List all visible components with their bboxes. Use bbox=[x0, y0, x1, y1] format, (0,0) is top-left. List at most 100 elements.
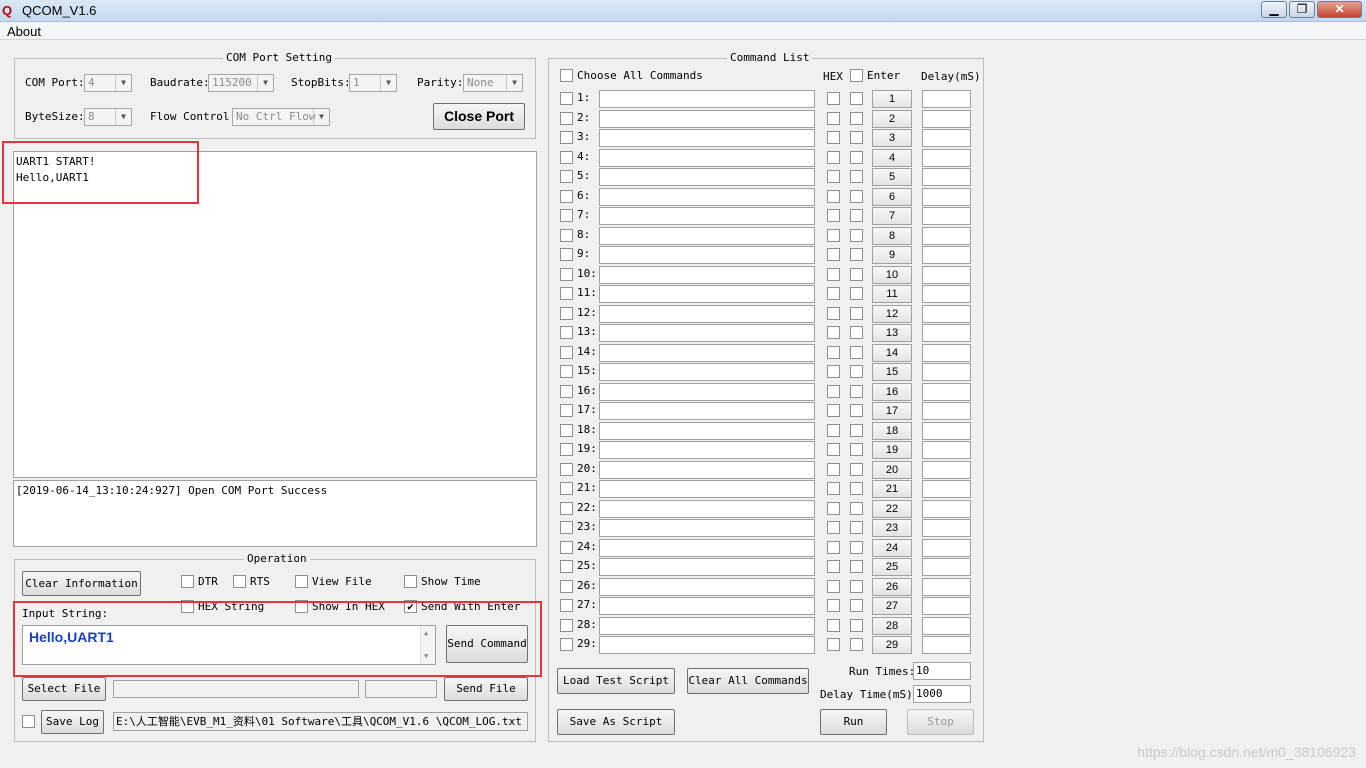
command-select-checkbox[interactable] bbox=[560, 112, 573, 125]
command-hex-checkbox[interactable] bbox=[827, 151, 840, 164]
close-port-button[interactable]: Close Port bbox=[433, 103, 525, 130]
command-hex-checkbox[interactable] bbox=[827, 619, 840, 632]
command-send-button[interactable]: 29 bbox=[872, 636, 912, 654]
command-delay-input[interactable] bbox=[922, 129, 971, 147]
command-send-button[interactable]: 2 bbox=[872, 110, 912, 128]
command-send-button[interactable]: 18 bbox=[872, 422, 912, 440]
command-input[interactable] bbox=[599, 461, 815, 479]
command-input[interactable] bbox=[599, 480, 815, 498]
command-enter-checkbox[interactable] bbox=[850, 443, 863, 456]
command-delay-input[interactable] bbox=[922, 617, 971, 635]
enter-all-checkbox[interactable] bbox=[850, 69, 863, 82]
command-send-button[interactable]: 5 bbox=[872, 168, 912, 186]
command-select-checkbox[interactable] bbox=[560, 365, 573, 378]
command-hex-checkbox[interactable] bbox=[827, 346, 840, 359]
com-port-select[interactable]: 4 ▼ bbox=[84, 74, 132, 92]
command-select-checkbox[interactable] bbox=[560, 346, 573, 359]
rts-checkbox[interactable] bbox=[233, 575, 246, 588]
command-hex-checkbox[interactable] bbox=[827, 580, 840, 593]
command-select-checkbox[interactable] bbox=[560, 541, 573, 554]
command-select-checkbox[interactable] bbox=[560, 170, 573, 183]
command-input[interactable] bbox=[599, 305, 815, 323]
baudrate-select[interactable]: 115200 ▼ bbox=[208, 74, 274, 92]
command-input[interactable] bbox=[599, 149, 815, 167]
command-select-checkbox[interactable] bbox=[560, 463, 573, 476]
command-enter-checkbox[interactable] bbox=[850, 248, 863, 261]
command-enter-checkbox[interactable] bbox=[850, 190, 863, 203]
command-input[interactable] bbox=[599, 441, 815, 459]
command-delay-input[interactable] bbox=[922, 519, 971, 537]
command-enter-checkbox[interactable] bbox=[850, 326, 863, 339]
show-time-checkbox[interactable] bbox=[404, 575, 417, 588]
command-delay-input[interactable] bbox=[922, 168, 971, 186]
command-input[interactable] bbox=[599, 597, 815, 615]
command-select-checkbox[interactable] bbox=[560, 151, 573, 164]
clear-information-button[interactable]: Clear Information bbox=[22, 571, 141, 596]
command-enter-checkbox[interactable] bbox=[850, 112, 863, 125]
command-select-checkbox[interactable] bbox=[560, 92, 573, 105]
command-send-button[interactable]: 21 bbox=[872, 480, 912, 498]
view-file-checkbox[interactable] bbox=[295, 575, 308, 588]
command-input[interactable] bbox=[599, 168, 815, 186]
command-delay-input[interactable] bbox=[922, 207, 971, 225]
choose-all-checkbox[interactable] bbox=[560, 69, 573, 82]
command-send-button[interactable]: 25 bbox=[872, 558, 912, 576]
command-select-checkbox[interactable] bbox=[560, 268, 573, 281]
command-hex-checkbox[interactable] bbox=[827, 92, 840, 105]
parity-select[interactable]: None ▼ bbox=[463, 74, 523, 92]
command-delay-input[interactable] bbox=[922, 500, 971, 518]
command-enter-checkbox[interactable] bbox=[850, 482, 863, 495]
command-send-button[interactable]: 24 bbox=[872, 539, 912, 557]
command-delay-input[interactable] bbox=[922, 110, 971, 128]
select-file-button[interactable]: Select File bbox=[22, 677, 106, 701]
command-enter-checkbox[interactable] bbox=[850, 307, 863, 320]
save-as-script-button[interactable]: Save As Script bbox=[557, 709, 675, 735]
command-send-button[interactable]: 7 bbox=[872, 207, 912, 225]
command-enter-checkbox[interactable] bbox=[850, 365, 863, 378]
run-button[interactable]: Run bbox=[820, 709, 887, 735]
stop-button[interactable]: Stop bbox=[907, 709, 974, 735]
stopbits-select[interactable]: 1 ▼ bbox=[349, 74, 397, 92]
command-input[interactable] bbox=[599, 188, 815, 206]
command-send-button[interactable]: 23 bbox=[872, 519, 912, 537]
command-send-button[interactable]: 13 bbox=[872, 324, 912, 342]
command-hex-checkbox[interactable] bbox=[827, 385, 840, 398]
command-delay-input[interactable] bbox=[922, 188, 971, 206]
command-hex-checkbox[interactable] bbox=[827, 229, 840, 242]
command-input[interactable] bbox=[599, 519, 815, 537]
command-hex-checkbox[interactable] bbox=[827, 326, 840, 339]
command-delay-input[interactable] bbox=[922, 422, 971, 440]
command-hex-checkbox[interactable] bbox=[827, 209, 840, 222]
command-input[interactable] bbox=[599, 422, 815, 440]
bytesize-select[interactable]: 8 ▼ bbox=[84, 108, 132, 126]
command-send-button[interactable]: 19 bbox=[872, 441, 912, 459]
command-enter-checkbox[interactable] bbox=[850, 521, 863, 534]
command-enter-checkbox[interactable] bbox=[850, 92, 863, 105]
command-enter-checkbox[interactable] bbox=[850, 404, 863, 417]
command-send-button[interactable]: 26 bbox=[872, 578, 912, 596]
command-delay-input[interactable] bbox=[922, 636, 971, 654]
save-log-button[interactable]: Save Log bbox=[41, 710, 104, 734]
log-path-field[interactable]: E:\人工智能\EVB_M1_资料\01 Software\工具\QCOM_V1… bbox=[113, 712, 528, 731]
command-send-button[interactable]: 8 bbox=[872, 227, 912, 245]
command-hex-checkbox[interactable] bbox=[827, 638, 840, 651]
command-send-button[interactable]: 6 bbox=[872, 188, 912, 206]
command-enter-checkbox[interactable] bbox=[850, 131, 863, 144]
command-hex-checkbox[interactable] bbox=[827, 404, 840, 417]
delay-time-input[interactable]: 1000 bbox=[913, 685, 971, 703]
command-input[interactable] bbox=[599, 578, 815, 596]
command-delay-input[interactable] bbox=[922, 461, 971, 479]
command-select-checkbox[interactable] bbox=[560, 229, 573, 242]
command-delay-input[interactable] bbox=[922, 324, 971, 342]
command-hex-checkbox[interactable] bbox=[827, 599, 840, 612]
command-enter-checkbox[interactable] bbox=[850, 463, 863, 476]
command-enter-checkbox[interactable] bbox=[850, 346, 863, 359]
load-test-script-button[interactable]: Load Test Script bbox=[557, 668, 675, 694]
command-input[interactable] bbox=[599, 500, 815, 518]
command-send-button[interactable]: 15 bbox=[872, 363, 912, 381]
command-delay-input[interactable] bbox=[922, 402, 971, 420]
command-hex-checkbox[interactable] bbox=[827, 443, 840, 456]
command-delay-input[interactable] bbox=[922, 578, 971, 596]
command-select-checkbox[interactable] bbox=[560, 131, 573, 144]
command-hex-checkbox[interactable] bbox=[827, 502, 840, 515]
